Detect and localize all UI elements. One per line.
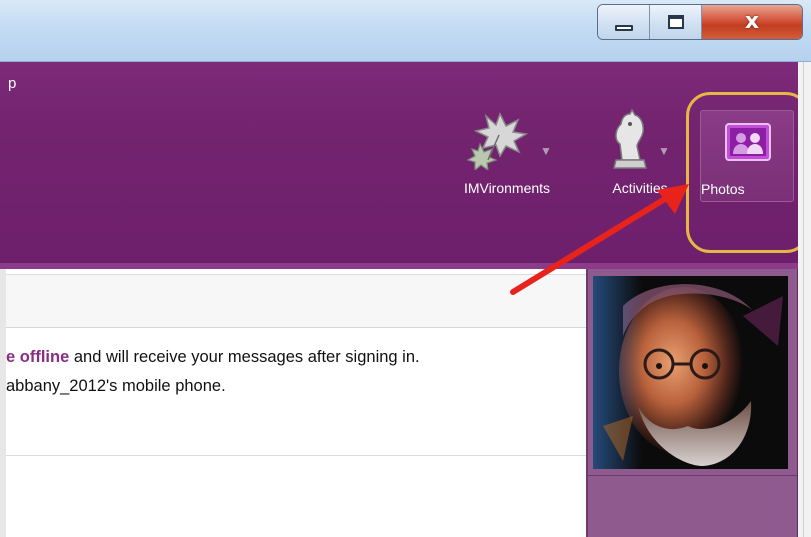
chevron-down-icon[interactable]: ▼ <box>540 144 552 158</box>
avatar-image <box>593 276 788 469</box>
avatar-divider <box>588 475 797 476</box>
menu-bar-item[interactable]: p <box>8 75 16 92</box>
maximize-icon <box>667 15 684 29</box>
offline-status-text: e offline <box>6 348 70 366</box>
minimize-icon <box>614 25 633 31</box>
offline-notice-text: and will receive your messages after sig… <box>69 348 420 366</box>
close-icon: x <box>744 9 760 34</box>
minimize-button[interactable] <box>598 5 650 39</box>
window-caption-buttons: x <box>597 4 803 40</box>
close-button[interactable]: x <box>702 5 802 39</box>
window-right-edge <box>798 62 811 537</box>
chat-header-strip <box>6 274 586 328</box>
chevron-down-icon[interactable]: ▼ <box>658 144 670 158</box>
chat-message-area: e offline and will receive your messages… <box>6 328 586 455</box>
chat-lower-area <box>6 456 586 537</box>
mobile-notice-line: abbany_2012's mobile phone. <box>6 377 226 395</box>
chess-knight-icon <box>613 108 647 169</box>
contact-avatar-portrait[interactable] <box>593 276 788 469</box>
offline-notice-line: e offline and will receive your messages… <box>6 348 420 367</box>
window-title-bar: x <box>0 0 811 62</box>
window-right-border <box>803 62 804 537</box>
red-arrow-annotation <box>510 184 689 295</box>
imvironments-leaves-icon <box>466 112 529 170</box>
maximize-button[interactable] <box>650 5 702 39</box>
highlight-circle-annotation <box>686 92 810 253</box>
